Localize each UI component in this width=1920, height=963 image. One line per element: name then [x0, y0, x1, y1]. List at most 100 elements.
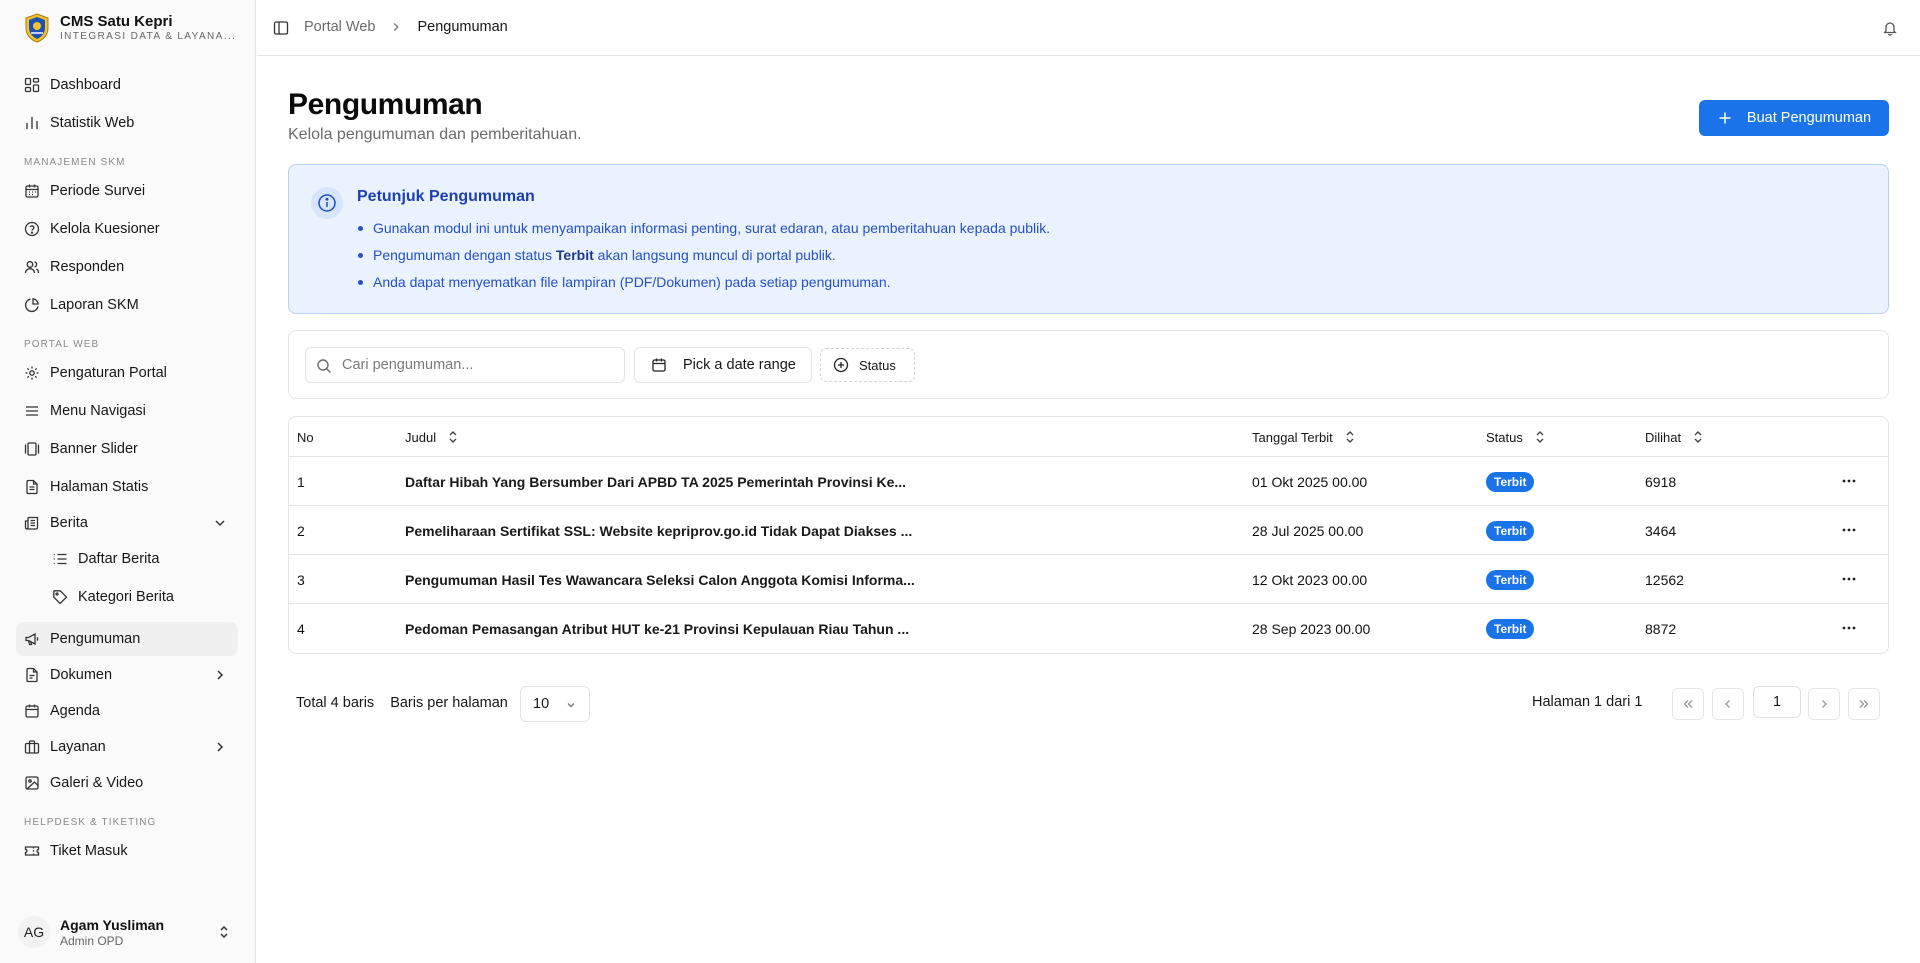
plus-icon: [1719, 112, 1731, 124]
info-panel: Petunjuk Pengumuman Gunakan modul ini un…: [288, 164, 1889, 314]
cell-dilihat: 12562: [1645, 571, 1684, 588]
column-label: Tanggal Terbit: [1252, 429, 1333, 445]
more-horizontal-icon[interactable]: [1841, 522, 1857, 538]
sidebar-item-laporan-skm[interactable]: Laporan SKM: [16, 288, 238, 322]
date-range-button[interactable]: Pick a date range: [634, 347, 812, 383]
more-horizontal-icon[interactable]: [1841, 620, 1857, 636]
search-icon: [317, 359, 331, 373]
sidebar-item-kategori-berita[interactable]: Kategori Berita: [44, 580, 238, 614]
sidebar-item-galeri-video[interactable]: Galeri & Video: [16, 766, 238, 800]
sidebar-item-label: Tiket Masuk: [50, 843, 128, 859]
sidebar-item-banner-slider[interactable]: Banner Slider: [16, 432, 238, 466]
calendar-icon: [25, 704, 39, 718]
info-item: Gunakan modul ini untuk menyampaikan inf…: [357, 215, 1050, 242]
sidebar-item-menu-navigasi[interactable]: Menu Navigasi: [16, 394, 238, 428]
cell-dilihat: 8872: [1645, 620, 1677, 637]
previous-page-button[interactable]: [1712, 688, 1744, 720]
sidebar-item-label: Menu Navigasi: [50, 403, 146, 419]
info-icon: [318, 194, 336, 212]
province-logo-icon: [25, 13, 49, 43]
sidebar-item-label: Kategori Berita: [78, 589, 174, 605]
sidebar-item-periode-survei[interactable]: Periode Survei: [16, 174, 238, 208]
filter-bar: Pick a date range Status: [288, 330, 1889, 399]
calendar-icon: [25, 184, 39, 198]
brand[interactable]: CMS Satu Kepri INTEGRASI DATA & LAYANA..…: [24, 12, 236, 44]
brand-subtitle: INTEGRASI DATA & LAYANA...: [60, 31, 237, 42]
info-text: Pengumuman dengan status: [373, 247, 556, 263]
search-input[interactable]: [306, 348, 624, 382]
cell-judul[interactable]: Daftar Hibah Yang Bersumber Dari APBD TA…: [405, 457, 906, 506]
sidebar: CMS Satu Kepri INTEGRASI DATA & LAYANA..…: [0, 0, 256, 963]
column-header-judul[interactable]: Judul: [405, 417, 460, 457]
info-item: Pengumuman dengan status Terbit akan lan…: [357, 242, 1050, 269]
sidebar-item-statistik-web[interactable]: Statistik Web: [16, 106, 238, 140]
sidebar-item-pengumuman[interactable]: Pengumuman: [16, 622, 238, 656]
chevron-right-icon: [217, 742, 224, 752]
table-row[interactable]: 4 Pedoman Pemasangan Atribut HUT ke-21 P…: [289, 604, 1888, 653]
chevron-down-icon: [567, 703, 575, 708]
chevron-right-icon: [394, 23, 400, 31]
info-list: Gunakan modul ini untuk menyampaikan inf…: [357, 215, 1050, 296]
page-indicator: Halaman 1 dari 1: [1532, 694, 1643, 710]
cell-judul[interactable]: Pedoman Pemasangan Atribut HUT ke-21 Pro…: [405, 604, 909, 653]
rows-per-page-select[interactable]: 10: [520, 686, 590, 722]
next-page-button[interactable]: [1808, 688, 1840, 720]
table-row[interactable]: 2 Pemeliharaan Sertifikat SSL: Website k…: [289, 506, 1888, 555]
info-item: Anda dapat menyematkan file lampiran (PD…: [357, 269, 1050, 296]
last-page-button[interactable]: [1848, 688, 1880, 720]
chevrons-up-down-icon: [220, 925, 228, 939]
sidebar-item-kelola-kuesioner[interactable]: Kelola Kuesioner: [16, 212, 238, 246]
sidebar-item-pengaturan-portal[interactable]: Pengaturan Portal: [16, 356, 238, 390]
sort-icon: [1694, 431, 1702, 443]
bar-chart-icon: [26, 117, 38, 129]
status-filter-button[interactable]: Status: [820, 348, 915, 382]
cell-judul[interactable]: Pengumuman Hasil Tes Wawancara Seleksi C…: [405, 555, 915, 604]
chevron-left-icon: [1725, 700, 1730, 708]
file-icon: [26, 479, 38, 495]
sidebar-item-label: Pengaturan Portal: [50, 365, 167, 381]
current-page[interactable]: 1: [1753, 686, 1801, 718]
chevron-down-icon: [215, 520, 225, 527]
pie-chart-icon: [24, 298, 39, 313]
sidebar-item-berita[interactable]: Berita: [16, 506, 238, 540]
cell-no: 4: [297, 620, 305, 637]
user-menu[interactable]: AG Agam Yusliman Admin OPD: [16, 913, 240, 951]
page-title: Pengumuman: [288, 88, 483, 121]
avatar: AG: [18, 916, 50, 948]
column-header-status[interactable]: Status: [1486, 417, 1547, 457]
create-button-label: Buat Pengumuman: [1746, 110, 1872, 126]
table-row[interactable]: 1 Daftar Hibah Yang Bersumber Dari APBD …: [289, 457, 1888, 506]
table-row[interactable]: 3 Pengumuman Hasil Tes Wawancara Seleksi…: [289, 555, 1888, 604]
rows-per-page-label: Baris per halaman: [390, 695, 508, 711]
cell-dilihat: 6918: [1645, 473, 1677, 490]
create-announcement-button[interactable]: Buat Pengumuman: [1699, 100, 1889, 136]
bell-icon[interactable]: [1882, 20, 1898, 36]
column-header-dilihat[interactable]: Dilihat: [1645, 417, 1705, 457]
chevrons-left-icon: [1683, 700, 1693, 708]
user-name: Agam Yusliman: [60, 916, 165, 933]
sidebar-item-daftar-berita[interactable]: Daftar Berita: [44, 542, 238, 576]
first-page-button[interactable]: [1672, 688, 1704, 720]
ticket-icon: [24, 846, 40, 856]
sidebar-item-halaman-statis[interactable]: Halaman Statis: [16, 470, 238, 504]
breadcrumb-portal-web[interactable]: Portal Web: [304, 19, 375, 35]
sidebar-item-agenda[interactable]: Agenda: [16, 694, 238, 728]
status-filter-label: Status: [859, 357, 896, 373]
sidebar-item-dashboard[interactable]: Dashboard: [16, 68, 238, 102]
sidebar-toggle-icon[interactable]: [273, 20, 289, 36]
sidebar-item-label: Periode Survei: [50, 183, 146, 199]
table-header: No Judul Tanggal Terbit Status Dilihat: [289, 417, 1888, 457]
nav-group-label: MANAJEMEN SKM: [24, 157, 126, 168]
column-header-tanggal-terbit[interactable]: Tanggal Terbit: [1252, 417, 1357, 457]
page-description: Kelola pengumuman dan pemberitahuan.: [288, 126, 582, 143]
more-horizontal-icon[interactable]: [1841, 473, 1857, 489]
sidebar-item-layanan[interactable]: Layanan: [16, 730, 238, 764]
more-horizontal-icon[interactable]: [1841, 571, 1857, 587]
sidebar-item-tiket-masuk[interactable]: Tiket Masuk: [16, 834, 238, 868]
column-label: Status: [1486, 429, 1523, 445]
sidebar-item-responden[interactable]: Responden: [16, 250, 238, 284]
status-badge: Terbit: [1486, 569, 1535, 590]
cell-judul[interactable]: Pemeliharaan Sertifikat SSL: Website kep…: [405, 506, 912, 555]
sidebar-item-dokumen[interactable]: Dokumen: [16, 658, 238, 692]
image-icon: [25, 776, 39, 790]
